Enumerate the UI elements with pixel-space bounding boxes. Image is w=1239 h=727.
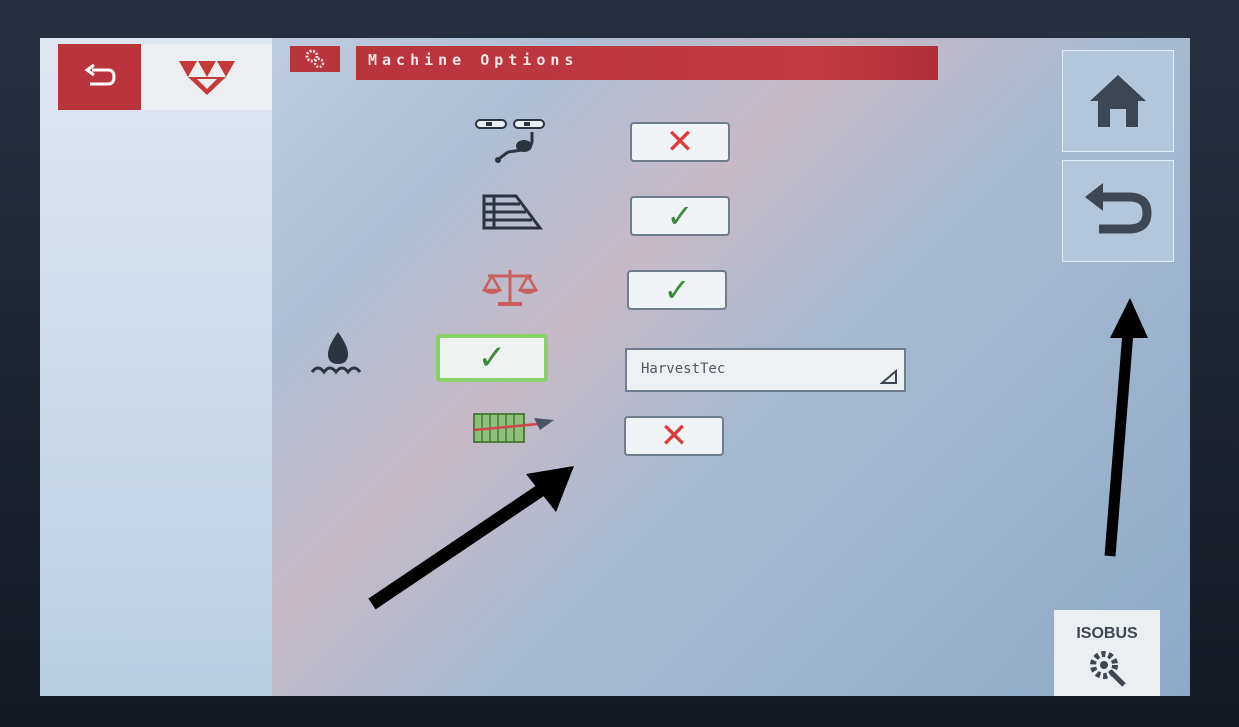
return-button[interactable]	[1062, 160, 1174, 262]
moisture-applicator-icon	[308, 330, 368, 380]
dropdown-corner-icon	[880, 369, 897, 384]
crop-gate-option-toggle[interactable]: ✓	[630, 196, 730, 236]
crop-gate-icon	[480, 190, 544, 234]
left-panel	[40, 38, 272, 696]
page-title: Machine Options	[356, 46, 938, 80]
back-arrow-icon	[83, 64, 116, 86]
applicator-brand-value: HarvestTec	[641, 361, 726, 377]
weigh-scale-icon	[480, 266, 540, 310]
gears-icon	[305, 49, 325, 69]
applicator-brand-select[interactable]: HarvestTec	[625, 348, 906, 392]
cross-icon: ✕	[659, 416, 689, 456]
wrench-gear-icon	[1090, 651, 1126, 687]
brand-logo	[141, 44, 272, 110]
isobus-label: ISOBUS	[1076, 625, 1138, 642]
check-icon: ✓	[666, 197, 694, 235]
triple-triangle-logo-icon	[178, 61, 235, 95]
annotation-arrow-right	[1104, 298, 1148, 557]
terminal-screen: Machine Options ✕ ✓ ✓ ✓ HarvestTec ✕ ISO…	[40, 38, 1190, 696]
home-icon	[1090, 75, 1146, 127]
auger-spout-icon	[472, 116, 552, 168]
isobus-settings-button[interactable]: ISOBUS	[1054, 610, 1160, 696]
back-button[interactable]	[58, 44, 141, 110]
check-icon: ✓	[477, 338, 507, 378]
scale-option-toggle[interactable]: ✓	[627, 270, 727, 310]
check-icon: ✓	[663, 271, 691, 309]
home-button[interactable]	[1062, 50, 1174, 152]
annotation-arrow-left	[368, 466, 574, 610]
settings-tab[interactable]	[290, 46, 340, 72]
bale-marker-option-toggle[interactable]: ✕	[624, 416, 724, 456]
return-arrow-icon	[1085, 183, 1152, 234]
auger-option-toggle[interactable]: ✕	[630, 122, 730, 162]
cross-icon: ✕	[665, 122, 695, 162]
applicator-option-toggle[interactable]: ✓	[436, 334, 548, 382]
bale-marker-icon	[468, 408, 560, 448]
